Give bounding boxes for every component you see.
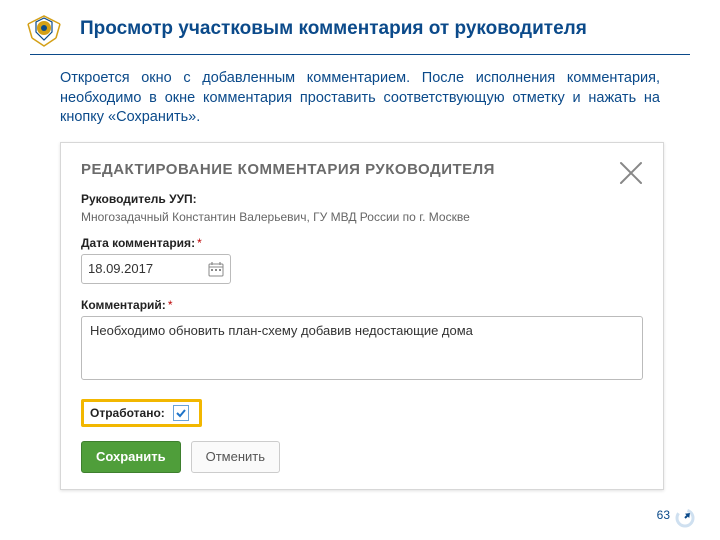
date-input[interactable]: 18.09.2017 xyxy=(81,254,231,284)
header-divider xyxy=(30,54,690,55)
dialog-title: РЕДАКТИРОВАНИЕ КОММЕНТАРИЯ РУКОВОДИТЕЛЯ xyxy=(81,161,643,178)
comment-label: Комментарий:* xyxy=(81,298,643,312)
calendar-icon[interactable] xyxy=(208,261,224,277)
comment-textarea[interactable] xyxy=(81,316,643,380)
supervisor-label: Руководитель УУП: xyxy=(81,192,643,206)
mvd-emblem-icon xyxy=(22,10,66,54)
required-mark: * xyxy=(168,298,173,312)
edit-comment-dialog: РЕДАКТИРОВАНИЕ КОММЕНТАРИЯ РУКОВОДИТЕЛЯ … xyxy=(60,142,664,490)
date-value: 18.09.2017 xyxy=(88,261,153,276)
supervisor-value: Многозадачный Константин Валерьевич, ГУ … xyxy=(81,210,643,224)
page-title: Просмотр участковым комментария от руков… xyxy=(80,18,690,40)
close-icon[interactable] xyxy=(617,159,645,187)
save-button[interactable]: Сохранить xyxy=(81,441,181,473)
done-checkbox-group: Отработано: xyxy=(81,399,202,427)
intro-paragraph: Откроется окно с добавленным комментарие… xyxy=(60,69,660,128)
date-label: Дата комментария:* xyxy=(81,236,643,250)
page-number: 63 xyxy=(657,508,670,522)
done-checkbox[interactable] xyxy=(173,405,189,421)
required-mark: * xyxy=(197,236,202,250)
page-arrow-icon xyxy=(675,508,695,528)
done-label: Отработано: xyxy=(90,406,165,420)
cancel-button[interactable]: Отменить xyxy=(191,441,280,473)
check-icon xyxy=(175,407,187,419)
